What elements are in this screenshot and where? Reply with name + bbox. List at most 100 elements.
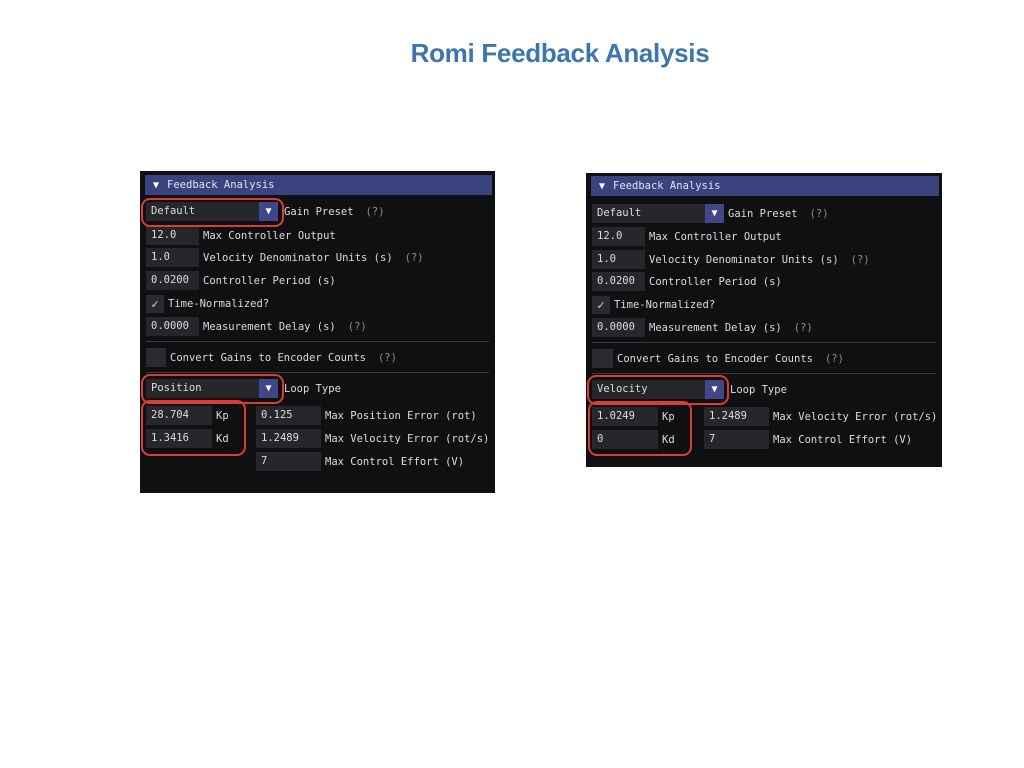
feedback-analysis-header[interactable]: ▼ Feedback Analysis — [591, 176, 939, 196]
convert-gains-row: Convert Gains to Encoder Counts (?) — [146, 348, 397, 367]
kd-input[interactable]: 0 — [592, 430, 658, 449]
measurement-delay-label: Measurement Delay (s) — [649, 321, 782, 334]
help-icon[interactable]: (?) — [851, 254, 870, 266]
time-normalized-label: Time-Normalized? — [168, 297, 270, 310]
kd-label: Kd — [216, 432, 229, 445]
convert-gains-label: Convert Gains to Encoder Counts — [170, 351, 366, 364]
time-normalized-label: Time-Normalized? — [614, 298, 716, 311]
max-velocity-error-input[interactable]: 1.2489 — [256, 429, 321, 448]
feedback-analysis-header[interactable]: ▼ Feedback Analysis — [145, 175, 492, 195]
help-icon[interactable]: (?) — [378, 352, 397, 364]
max-controller-output-row: 12.0 Max Controller Output — [592, 227, 782, 246]
kd-input[interactable]: 1.3416 — [146, 429, 212, 448]
help-icon[interactable]: (?) — [825, 353, 844, 365]
gain-preset-value: Default — [592, 204, 705, 223]
check-icon: ✓ — [597, 297, 605, 312]
kp-input[interactable]: 28.704 — [146, 406, 212, 425]
separator — [592, 342, 936, 343]
time-normalized-checkbox[interactable]: ✓ — [146, 294, 164, 313]
help-icon[interactable]: (?) — [405, 252, 424, 264]
max-velocity-error-row: 1.2489 Max Velocity Error (rot/s) — [256, 429, 489, 448]
max-velocity-error-input[interactable]: 1.2489 — [704, 407, 769, 426]
max-velocity-error-label: Max Velocity Error (rot/s) — [325, 432, 490, 445]
max-position-error-input[interactable]: 0.125 — [256, 406, 321, 425]
loop-type-label: Loop Type — [730, 383, 787, 396]
kp-label: Kp — [216, 409, 229, 422]
loop-type-value: Position — [146, 379, 259, 398]
dropdown-arrow-icon[interactable]: ▼ — [705, 380, 724, 399]
measurement-delay-label: Measurement Delay (s) — [203, 320, 336, 333]
help-icon[interactable]: (?) — [794, 322, 813, 334]
help-icon[interactable]: (?) — [810, 208, 829, 220]
max-control-effort-label: Max Control Effort (V) — [325, 455, 465, 468]
max-control-effort-label: Max Control Effort (V) — [773, 433, 913, 446]
help-icon[interactable]: (?) — [366, 206, 385, 218]
panel-header-label: Feedback Analysis — [167, 179, 275, 191]
kd-label: Kd — [662, 433, 675, 446]
loop-type-row: Velocity ▼ Loop Type — [592, 380, 787, 399]
convert-gains-row: Convert Gains to Encoder Counts (?) — [592, 349, 844, 368]
gain-preset-row: Default ▼ Gain Preset (?) — [592, 204, 829, 223]
max-controller-output-label: Max Controller Output — [203, 229, 336, 242]
loop-type-dropdown[interactable]: Position ▼ — [146, 379, 278, 398]
loop-type-dropdown[interactable]: Velocity ▼ — [592, 380, 724, 399]
separator — [592, 373, 936, 374]
gain-preset-label: Gain Preset — [728, 207, 798, 220]
max-controller-output-input[interactable]: 12.0 — [146, 226, 199, 245]
time-normalized-checkbox[interactable]: ✓ — [592, 295, 610, 314]
velocity-denominator-label: Velocity Denominator Units (s) — [203, 251, 393, 264]
max-position-error-row: 0.125 Max Position Error (rot) — [256, 406, 477, 425]
velocity-denominator-label: Velocity Denominator Units (s) — [649, 253, 839, 266]
controller-period-label: Controller Period (s) — [649, 275, 782, 288]
velocity-denominator-input[interactable]: 1.0 — [592, 250, 645, 269]
max-control-effort-input[interactable]: 7 — [256, 452, 321, 471]
measurement-delay-input[interactable]: 0.0000 — [146, 317, 199, 336]
gain-preset-dropdown[interactable]: Default ▼ — [146, 202, 278, 221]
help-icon[interactable]: (?) — [348, 321, 367, 333]
kd-row: 1.3416 Kd — [146, 429, 229, 448]
max-control-effort-row: 7 Max Control Effort (V) — [704, 430, 912, 449]
max-control-effort-input[interactable]: 7 — [704, 430, 769, 449]
measurement-delay-input[interactable]: 0.0000 — [592, 318, 645, 337]
kp-input[interactable]: 1.0249 — [592, 407, 658, 426]
kd-row: 0 Kd — [592, 430, 675, 449]
convert-gains-checkbox[interactable] — [592, 349, 613, 368]
velocity-denominator-row: 1.0 Velocity Denominator Units (s) (?) — [592, 250, 870, 269]
time-normalized-row: ✓ Time-Normalized? — [146, 294, 269, 313]
controller-period-row: 0.0200 Controller Period (s) — [146, 271, 336, 290]
max-velocity-error-row: 1.2489 Max Velocity Error (rot/s) — [704, 407, 937, 426]
dropdown-arrow-icon[interactable]: ▼ — [705, 204, 724, 223]
loop-type-label: Loop Type — [284, 382, 341, 395]
collapse-triangle-icon[interactable]: ▼ — [153, 180, 159, 191]
time-normalized-row: ✓ Time-Normalized? — [592, 295, 715, 314]
measurement-delay-row: 0.0000 Measurement Delay (s) (?) — [592, 318, 813, 337]
velocity-denominator-input[interactable]: 1.0 — [146, 248, 199, 267]
loop-type-value: Velocity — [592, 380, 705, 399]
controller-period-input[interactable]: 0.0200 — [146, 271, 199, 290]
convert-gains-checkbox[interactable] — [146, 348, 166, 367]
max-velocity-error-label: Max Velocity Error (rot/s) — [773, 410, 938, 423]
controller-period-label: Controller Period (s) — [203, 274, 336, 287]
kp-row: 1.0249 Kp — [592, 407, 675, 426]
convert-gains-label: Convert Gains to Encoder Counts — [617, 352, 813, 365]
slide-title: Romi Feedback Analysis — [410, 38, 710, 68]
max-controller-output-label: Max Controller Output — [649, 230, 782, 243]
collapse-triangle-icon[interactable]: ▼ — [599, 181, 605, 192]
separator — [146, 372, 489, 373]
max-controller-output-input[interactable]: 12.0 — [592, 227, 645, 246]
controller-period-input[interactable]: 0.0200 — [592, 272, 645, 291]
velocity-denominator-row: 1.0 Velocity Denominator Units (s) (?) — [146, 248, 424, 267]
gain-preset-value: Default — [146, 202, 259, 221]
controller-period-row: 0.0200 Controller Period (s) — [592, 272, 782, 291]
measurement-delay-row: 0.0000 Measurement Delay (s) (?) — [146, 317, 367, 336]
max-control-effort-row: 7 Max Control Effort (V) — [256, 452, 464, 471]
gain-preset-dropdown[interactable]: Default ▼ — [592, 204, 724, 223]
kp-label: Kp — [662, 410, 675, 423]
check-icon: ✓ — [151, 296, 159, 311]
dropdown-arrow-icon[interactable]: ▼ — [259, 202, 278, 221]
panel-header-label: Feedback Analysis — [613, 180, 721, 192]
dropdown-arrow-icon[interactable]: ▼ — [259, 379, 278, 398]
feedback-analysis-panel-velocity: ▼ Feedback Analysis Default ▼ Gain Prese… — [586, 173, 942, 467]
feedback-analysis-panel-position: ▼ Feedback Analysis Default ▼ Gain Prese… — [140, 171, 495, 493]
loop-type-row: Position ▼ Loop Type — [146, 379, 341, 398]
